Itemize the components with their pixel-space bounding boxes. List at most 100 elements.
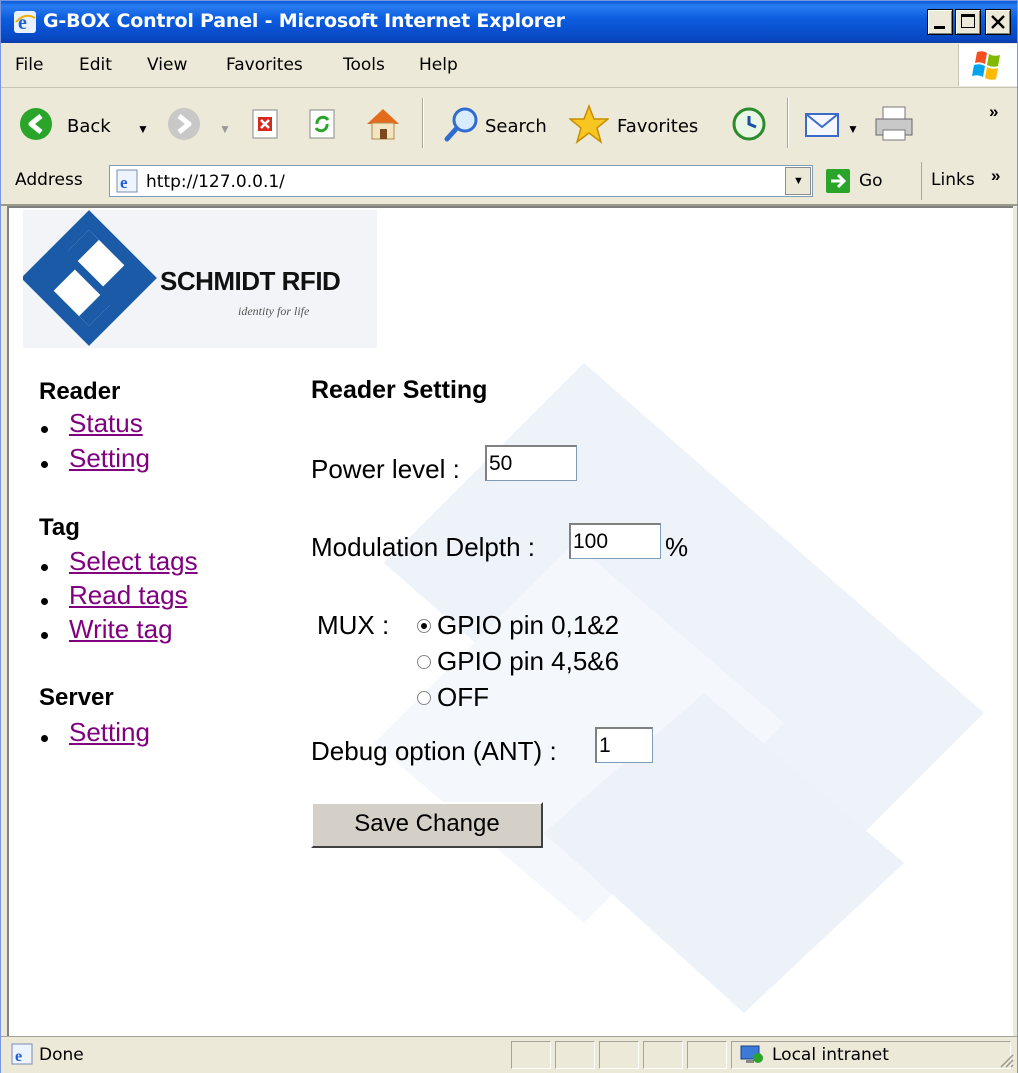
logo-tagline: identity for life — [238, 304, 310, 318]
back-dropdown-icon[interactable]: ▼ — [137, 122, 149, 136]
svg-text:e: e — [120, 173, 128, 192]
page-icon: e — [116, 169, 138, 193]
status-pane — [687, 1041, 727, 1069]
zone-label: Local intranet — [772, 1045, 889, 1065]
go-button[interactable]: Go — [823, 165, 901, 197]
nav-link-text[interactable]: Read tags — [69, 580, 188, 610]
page-title: Reader Setting — [311, 376, 488, 404]
mux-radio-off[interactable] — [417, 691, 431, 705]
go-label: Go — [859, 171, 883, 191]
refresh-icon[interactable] — [307, 108, 339, 140]
status-pane — [599, 1041, 639, 1069]
menu-file[interactable]: File — [15, 55, 43, 75]
status-pane — [643, 1041, 683, 1069]
mux-option-label: GPIO pin 4,5&6 — [437, 646, 620, 676]
minimize-icon — [934, 26, 945, 29]
status-pane — [511, 1041, 551, 1069]
back-button[interactable]: Back ▼ — [9, 98, 159, 148]
save-change-button[interactable]: Save Change — [311, 802, 543, 848]
resize-grip-icon[interactable] — [997, 1051, 1015, 1069]
nav-link-text[interactable]: Select tags — [69, 546, 198, 576]
nav-link-select-tags[interactable]: Select tags — [69, 546, 198, 577]
home-icon[interactable] — [363, 104, 403, 142]
close-button[interactable] — [985, 9, 1011, 35]
bullet — [41, 632, 48, 639]
forward-button[interactable]: ▼ — [159, 98, 231, 148]
local-intranet-icon — [740, 1045, 763, 1063]
modulation-unit: % — [665, 532, 689, 562]
power-level-label: Power level : — [311, 454, 460, 484]
status-text: Done — [39, 1045, 84, 1065]
favorites-button[interactable]: Favorites — [565, 98, 715, 148]
menu-view[interactable]: View — [147, 55, 187, 75]
close-icon — [991, 15, 1005, 29]
forward-arrow-icon — [168, 108, 200, 140]
mux-option-label: GPIO pin 0,1&2 — [437, 610, 620, 640]
nav-link-read-tags[interactable]: Read tags — [69, 580, 188, 611]
bullet — [41, 598, 48, 605]
links-label[interactable]: Links — [931, 170, 975, 190]
standard-toolbar: Back ▼ ▼ Search Favorites ▼ » — [1, 88, 1017, 159]
power-level-input[interactable] — [485, 445, 577, 481]
chevron-down-icon: ▼ — [793, 175, 804, 187]
nav-link-text[interactable]: Setting — [69, 443, 150, 473]
nav-link-reader-setting[interactable]: Setting — [69, 443, 150, 474]
nav-link-text[interactable]: Write tag — [69, 614, 173, 644]
windows-flag-logo — [958, 44, 1017, 86]
address-dropdown-button[interactable]: ▼ — [785, 167, 811, 195]
maximize-icon — [961, 14, 975, 28]
mail-icon[interactable] — [803, 108, 843, 140]
nav-link-text[interactable]: Status — [69, 408, 143, 438]
toolbar-more-chevron[interactable]: » — [989, 102, 998, 122]
minimize-button[interactable] — [927, 9, 953, 35]
menu-edit[interactable]: Edit — [79, 55, 112, 75]
stop-icon[interactable] — [250, 108, 282, 140]
toolbar-separator — [921, 162, 922, 200]
print-icon[interactable] — [873, 104, 915, 144]
menu-help[interactable]: Help — [419, 55, 458, 75]
go-arrow-icon — [826, 169, 850, 193]
toolbar-separator — [422, 98, 424, 148]
browser-window: e G-BOX Control Panel - Microsoft Intern… — [0, 0, 1018, 1073]
svg-text:e: e — [15, 1048, 22, 1065]
mail-dropdown-icon[interactable]: ▼ — [847, 122, 859, 136]
menu-tools[interactable]: Tools — [343, 55, 385, 75]
toolbar-separator — [787, 98, 789, 148]
nav-heading-server: Server — [39, 684, 114, 711]
menu-favorites[interactable]: Favorites — [226, 55, 303, 75]
modulation-label: Modulation Delpth : — [311, 532, 536, 562]
address-input[interactable]: e http://127.0.0.1/ ▼ — [109, 165, 813, 197]
debug-option-input[interactable] — [595, 727, 653, 763]
page-done-icon: e — [11, 1043, 33, 1065]
status-bar: e Done Local intranet — [1, 1036, 1017, 1073]
forward-dropdown-icon[interactable]: ▼ — [219, 122, 231, 136]
maximize-button[interactable] — [955, 9, 981, 35]
bullet — [41, 426, 48, 433]
address-bar: Address e http://127.0.0.1/ ▼ Go Links » — [1, 158, 1017, 206]
nav-link-server-setting[interactable]: Setting — [69, 717, 150, 748]
favorites-star-icon — [569, 104, 609, 144]
modulation-input[interactable] — [569, 523, 661, 559]
search-label: Search — [485, 116, 547, 137]
nav-link-write-tag[interactable]: Write tag — [69, 614, 173, 645]
ie-icon: e — [14, 11, 36, 34]
nav-link-text[interactable]: Setting — [69, 717, 150, 747]
bullet — [41, 564, 48, 571]
menu-bar: File Edit View Favorites Tools Help — [1, 43, 1017, 88]
back-arrow-icon — [20, 108, 52, 140]
search-button[interactable]: Search — [433, 98, 557, 148]
links-more-chevron[interactable]: » — [991, 166, 1000, 186]
nav-heading-tag: Tag — [39, 514, 80, 541]
bullet — [41, 461, 48, 468]
title-bar: e G-BOX Control Panel - Microsoft Intern… — [1, 1, 1017, 43]
history-icon[interactable] — [729, 106, 769, 142]
mux-radio-gpio-012[interactable] — [417, 619, 431, 633]
page-content: SCHMIDT RFID identity for life Reader St… — [7, 206, 1013, 1036]
logo-name: SCHMIDT RFID — [160, 266, 341, 296]
favorites-label: Favorites — [617, 116, 699, 137]
search-icon — [444, 107, 478, 142]
nav-link-reader-status[interactable]: Status — [69, 408, 143, 439]
debug-option-label: Debug option (ANT) : — [311, 736, 557, 766]
bullet — [41, 735, 48, 742]
mux-radio-gpio-456[interactable] — [417, 655, 431, 669]
